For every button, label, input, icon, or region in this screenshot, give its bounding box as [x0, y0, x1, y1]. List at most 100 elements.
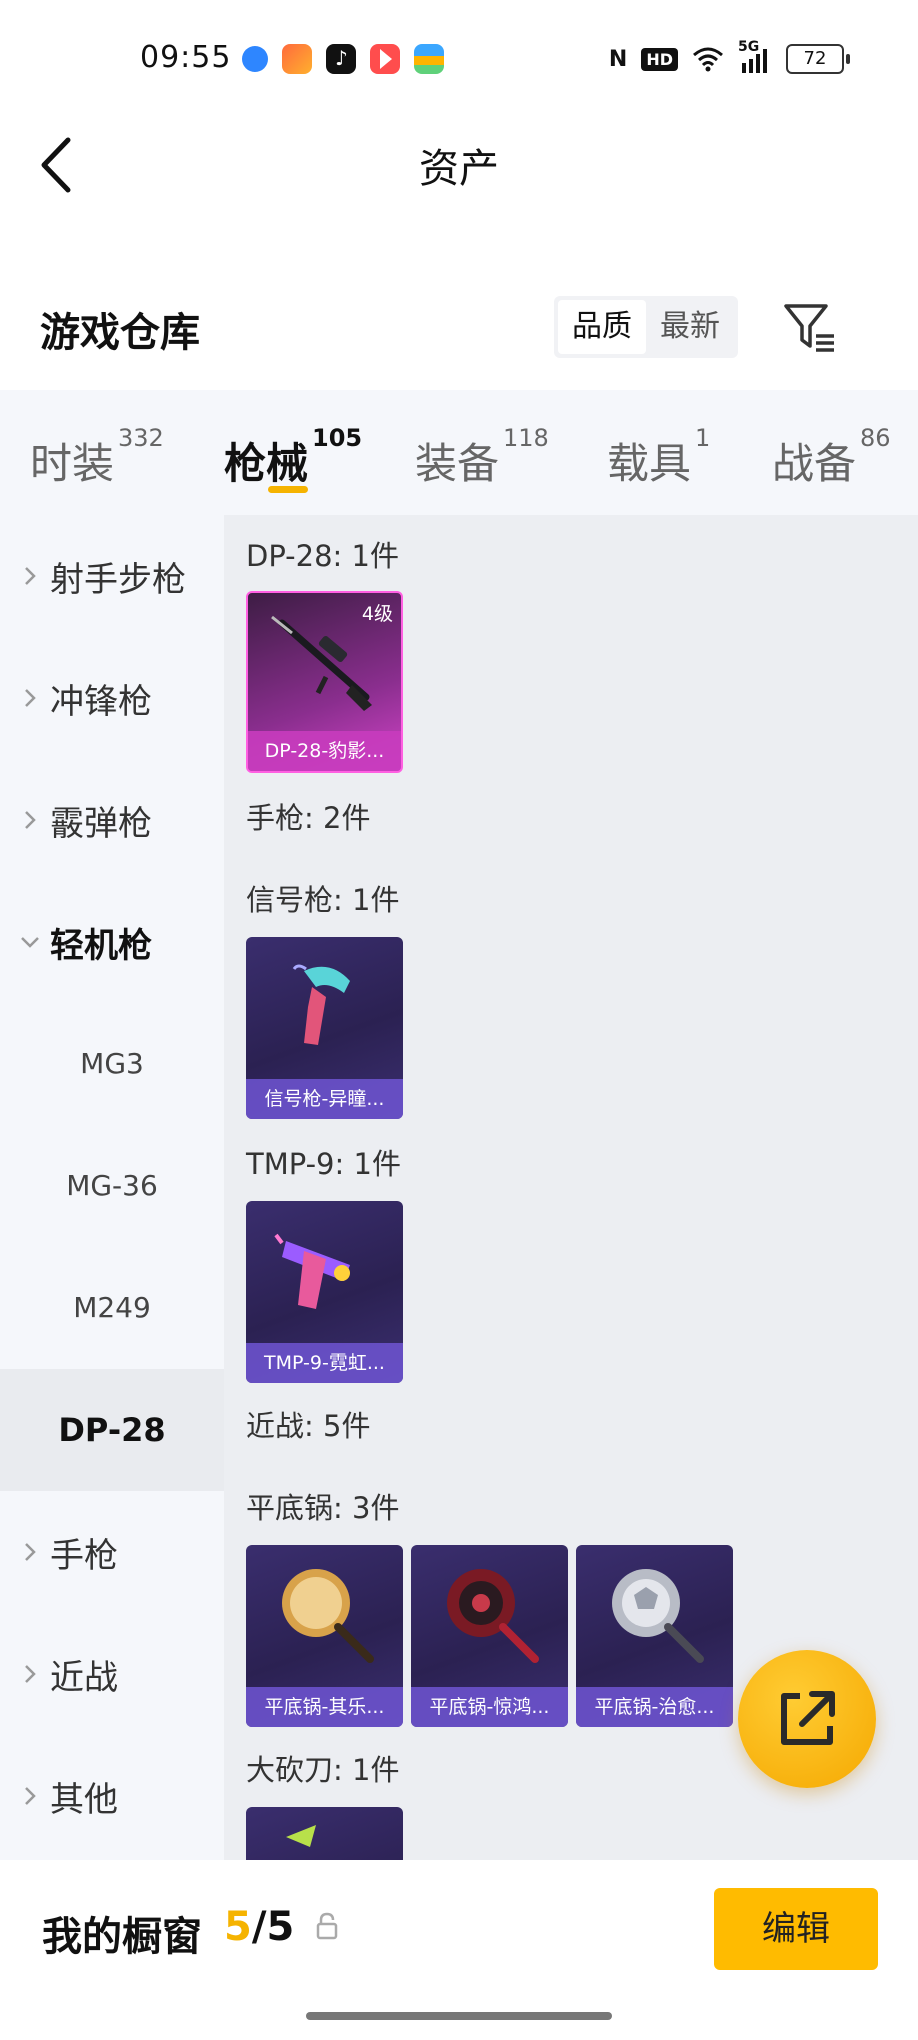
item-name: 平底锅-治愈... [576, 1687, 733, 1727]
flare-gun-skin-icon [292, 964, 350, 1045]
tab-count: 1 [695, 424, 711, 452]
sidebar-item-label: 霰弹枪 [50, 803, 152, 844]
tab-label: 装备 [415, 439, 500, 488]
signal-icon: 5G [738, 39, 772, 73]
tab-count: 86 [860, 424, 891, 452]
group-label-pan: 平底锅: 3件 [246, 1491, 400, 1525]
sort-newest-button[interactable]: 最新 [646, 300, 734, 354]
tab-count: 332 [118, 424, 164, 452]
frying-pan-skin-icon [612, 1569, 704, 1663]
tab-combat-supplies[interactable]: 战备86 [772, 424, 891, 491]
item-name: DP-28-豹影... [248, 731, 401, 771]
tab-label: 战备 [772, 439, 857, 488]
app-icon-orange [282, 44, 312, 74]
home-indicator[interactable] [306, 2012, 612, 2020]
sidebar-item-other[interactable]: 其他 [0, 1735, 224, 1857]
nfc-icon: N [608, 46, 628, 72]
sidebar-item-label: 手枪 [50, 1535, 118, 1576]
sidebar-subitem-mg36[interactable]: MG-36 [0, 1125, 224, 1247]
item-card-machete[interactable] [246, 1807, 403, 1860]
sidebar-subitem-m249[interactable]: M249 [0, 1247, 224, 1369]
frying-pan-skin-icon [282, 1569, 374, 1663]
tab-equipment[interactable]: 装备118 [415, 424, 549, 491]
item-card-pan-3[interactable]: 平底锅-治愈... [576, 1545, 733, 1727]
item-name: 信号枪-异瞳... [246, 1079, 403, 1119]
app-header: 资产 [0, 120, 918, 210]
sidebar-item-label: 射手步枪 [50, 559, 186, 600]
share-icon [781, 1691, 835, 1745]
sort-quality-button[interactable]: 品质 [558, 300, 646, 354]
category-sidebar: 射手步枪 冲锋枪 霰弹枪 轻机枪 MG3 MG-36 M249 DP-28 手枪… [0, 515, 224, 1860]
chevron-right-icon [25, 567, 36, 585]
system-status-icons: N HD 5G 72 [608, 39, 850, 74]
chevron-right-icon [25, 811, 36, 829]
smg-skin-icon [274, 1233, 350, 1309]
chevron-right-icon [25, 689, 36, 707]
group-label-machete: 大砍刀: 1件 [246, 1753, 400, 1787]
tab-label: 载具 [607, 439, 692, 488]
category-tabs: 时装332 枪械105 装备118 载具1 战备86 [0, 390, 918, 515]
tab-count: 105 [312, 424, 363, 452]
tab-firearms[interactable]: 枪械105 [224, 424, 362, 491]
showcase-bar: 我的橱窗 5/5 编辑 [0, 1860, 918, 2040]
item-name: 平底锅-其乐... [246, 1687, 403, 1727]
sidebar-item-lmg[interactable]: 轻机枪 [0, 881, 224, 1003]
lock-icon [316, 1912, 338, 1940]
showcase-current: 5 [224, 1904, 252, 1950]
showcase-total: /5 [251, 1904, 295, 1950]
tab-label: 时装 [30, 439, 115, 488]
status-time: 09:55 [140, 40, 232, 75]
item-name: 平底锅-惊鸿... [411, 1687, 568, 1727]
warehouse-title: 游戏仓库 [40, 310, 200, 356]
group-label-dp28: DP-28: 1件 [246, 539, 399, 573]
sidebar-item-smg[interactable]: 冲锋枪 [0, 637, 224, 759]
wallet-app-icon [414, 44, 444, 74]
video-app-icon [370, 44, 400, 74]
active-tab-indicator [268, 486, 308, 493]
item-card-dp28[interactable]: 4级 DP-28-豹影... [246, 591, 403, 773]
network-type: 5G [738, 39, 760, 55]
item-card-pan-1[interactable]: 平底锅-其乐... [246, 1545, 403, 1727]
frying-pan-skin-icon [447, 1569, 539, 1663]
sidebar-item-label: 其他 [50, 1779, 118, 1820]
chevron-down-icon [21, 937, 39, 948]
share-button[interactable] [738, 1650, 876, 1788]
sidebar-subitem-dp28[interactable]: DP-28 [0, 1369, 224, 1491]
chevron-right-icon [25, 1665, 36, 1683]
group-label-tmp9: TMP-9: 1件 [246, 1147, 401, 1181]
chevron-right-icon [25, 1787, 36, 1805]
group-label-pistol: 手枪: 2件 [246, 801, 371, 835]
notification-app-icons: ♪ [242, 44, 444, 74]
item-name: TMP-9-霓虹... [246, 1343, 403, 1383]
sidebar-item-label: 冲锋枪 [50, 681, 152, 722]
item-card-pan-2[interactable]: 平底锅-惊鸿... [411, 1545, 568, 1727]
sidebar-item-label: 轻机枪 [50, 925, 152, 966]
sidebar-item-shotgun[interactable]: 霰弹枪 [0, 759, 224, 881]
edit-button[interactable]: 编辑 [714, 1888, 878, 1970]
wifi-icon [693, 47, 723, 72]
item-level: 4级 [361, 603, 393, 625]
tab-vehicles[interactable]: 载具1 [607, 424, 710, 491]
group-label-flare-gun: 信号枪: 1件 [246, 883, 400, 917]
sidebar-item-melee[interactable]: 近战 [0, 1613, 224, 1735]
filter-icon[interactable] [782, 300, 838, 356]
sidebar-item-marksman-rifle[interactable]: 射手步枪 [0, 515, 224, 637]
item-card-flare-gun[interactable]: 信号枪-异瞳... [246, 937, 403, 1119]
hd-icon: HD [641, 47, 678, 71]
tab-count: 118 [503, 424, 549, 452]
showcase-count: 5/5 [224, 1904, 294, 1950]
item-card-tmp9[interactable]: TMP-9-霓虹... [246, 1201, 403, 1383]
tiktok-icon: ♪ [326, 44, 356, 74]
battery-icon: 72 [786, 44, 850, 74]
group-label-melee: 近战: 5件 [246, 1409, 371, 1443]
app-icon-blue [242, 46, 268, 72]
sidebar-item-pistol[interactable]: 手枪 [0, 1491, 224, 1613]
tab-fashion[interactable]: 时装332 [30, 424, 164, 491]
status-bar: 09:55 ♪ N HD 5G 72 [0, 0, 918, 120]
sort-toggle: 品质 最新 [554, 296, 738, 358]
sidebar-item-label: 近战 [50, 1657, 118, 1698]
sidebar-subitem-mg3[interactable]: MG3 [0, 1003, 224, 1125]
showcase-title: 我的橱窗 [42, 1914, 202, 1960]
tab-label: 枪械 [224, 439, 309, 488]
page-title: 资产 [419, 146, 499, 192]
